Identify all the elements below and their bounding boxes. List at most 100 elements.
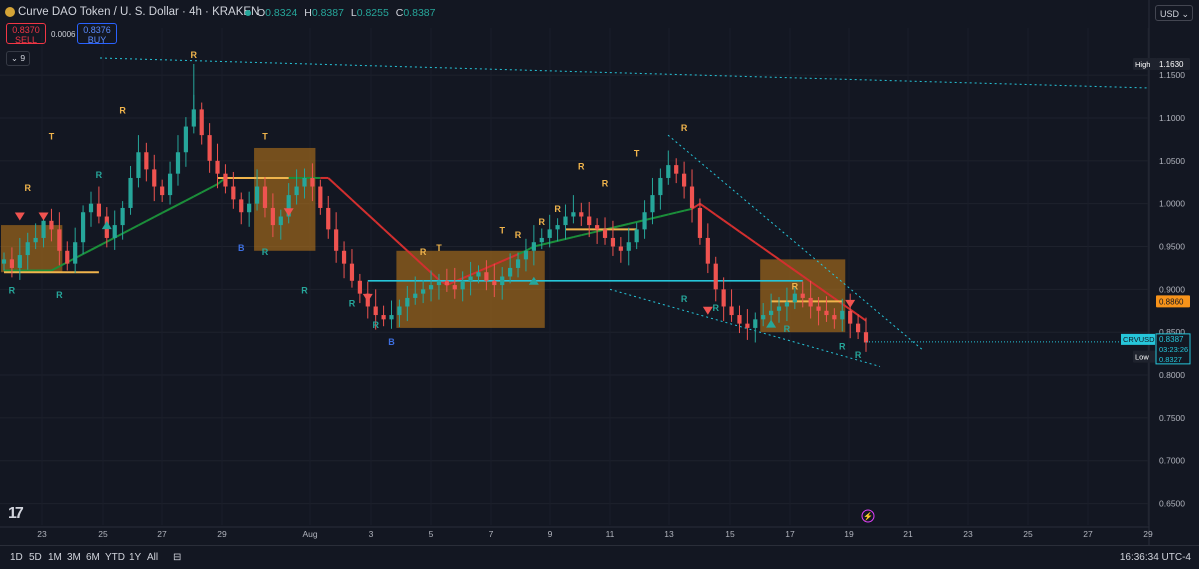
trailing-stop-segment xyxy=(762,247,772,255)
level-price-tag: 0.8860 xyxy=(1159,297,1184,306)
tradingview-logo-icon: 17 xyxy=(8,505,24,522)
trailing-stop-segment xyxy=(857,314,867,322)
currency-selector[interactable]: USD ⌄ xyxy=(1155,5,1193,21)
range-ytd[interactable]: YTD xyxy=(105,552,125,563)
x-tick-label: 21 xyxy=(903,529,913,539)
candle-body xyxy=(492,280,497,286)
candle-body xyxy=(207,135,212,161)
trailing-stop-segment xyxy=(738,230,748,238)
x-tick-label: 27 xyxy=(157,529,167,539)
candle-body xyxy=(373,306,378,316)
candle-body xyxy=(444,280,449,286)
signal-label: T xyxy=(634,149,640,159)
y-tick-label: 0.6500 xyxy=(1159,499,1185,509)
range-5d[interactable]: 5D xyxy=(29,552,42,563)
trailing-stop-segment xyxy=(730,225,741,233)
candle-body xyxy=(626,242,631,251)
bid-price: 0.8327 xyxy=(1159,355,1182,364)
signal-label: R xyxy=(24,183,31,193)
candle-body xyxy=(302,177,307,187)
candle-body xyxy=(595,225,600,230)
candle-body xyxy=(112,225,117,238)
candle-body xyxy=(705,237,710,264)
signal-label: B xyxy=(238,243,245,253)
candle-body xyxy=(436,280,442,286)
utc-clock[interactable]: 16:36:34 UTC-4 xyxy=(1120,552,1191,563)
trailing-stop-segment xyxy=(541,241,550,246)
signal-label: R xyxy=(784,324,791,334)
candle-body xyxy=(729,306,734,316)
candle-body xyxy=(571,212,576,217)
candle-body xyxy=(80,212,86,243)
buy-button[interactable]: 0.8376 BUY xyxy=(77,23,117,45)
candle-body xyxy=(769,310,774,316)
y-tick-label: 1.0500 xyxy=(1159,156,1185,166)
trailing-stop-segment xyxy=(367,213,377,223)
candle-body xyxy=(713,263,718,290)
candle-body xyxy=(832,315,837,320)
signal-label: R xyxy=(301,286,308,296)
x-tick-label: 17 xyxy=(785,529,795,539)
range-all[interactable]: All xyxy=(147,552,158,563)
signal-label: R xyxy=(372,320,379,330)
x-tick-label: 5 xyxy=(429,529,434,539)
signal-label: R xyxy=(681,123,688,133)
x-tick-label: 3 xyxy=(369,529,374,539)
price-chart[interactable]: 0.65000.70000.75000.80000.85000.90000.95… xyxy=(0,0,1199,568)
candle-body xyxy=(215,160,220,174)
trailing-stop-segment xyxy=(327,177,337,186)
candle-body xyxy=(96,203,101,217)
trailing-stop-segment xyxy=(161,207,171,214)
signal-label: T xyxy=(499,226,505,236)
candle-body xyxy=(421,289,426,294)
trailing-stop-segment xyxy=(683,207,693,212)
trailing-stop-segment xyxy=(565,236,574,240)
signal-label: R xyxy=(349,298,356,308)
candle-body xyxy=(247,203,252,213)
trailing-stop-segment xyxy=(82,249,92,255)
trailing-stop-segment xyxy=(675,209,685,214)
trailing-stop-segment xyxy=(746,236,756,244)
candle-body xyxy=(610,237,616,247)
trailing-stop-segment xyxy=(122,228,131,235)
candle-body xyxy=(689,186,695,208)
trailing-stop-segment xyxy=(375,220,385,230)
candle-body xyxy=(863,332,869,343)
candle-body xyxy=(175,152,181,174)
candle-body xyxy=(25,242,30,256)
high-price-tag: 1.1630 xyxy=(1159,60,1184,69)
candle-body xyxy=(840,310,845,320)
candle-body xyxy=(816,306,821,311)
trailing-stop-segment xyxy=(193,191,203,198)
trailing-stop-segment xyxy=(185,195,195,202)
candle-body xyxy=(515,259,521,268)
x-tick-label: 25 xyxy=(98,529,108,539)
range-6m[interactable]: 6M xyxy=(86,552,100,563)
symbol-title[interactable]: Curve DAO Token / U. S. Dollar · 4h · KR… xyxy=(18,6,259,18)
candle-body xyxy=(776,306,782,311)
candle-body xyxy=(650,195,655,213)
signal-label: T xyxy=(49,131,55,141)
date-range-icon[interactable]: ⊟ xyxy=(173,552,181,563)
candle-body xyxy=(199,109,204,136)
signal-label: T xyxy=(436,243,442,253)
range-3m[interactable]: 3M xyxy=(67,552,81,563)
x-tick-label: 7 xyxy=(489,529,494,539)
trailing-stop-segment xyxy=(612,224,622,229)
signal-label: R xyxy=(9,286,16,296)
bottom-toolbar: 1D 5D 1M 3M 6M YTD 1Y All ⊟ 16:36:34 UTC… xyxy=(0,545,1199,569)
candle-body xyxy=(405,297,410,307)
indicators-toggle[interactable]: ⌄ 9 xyxy=(6,51,30,66)
candle-body xyxy=(152,169,157,187)
range-1y[interactable]: 1Y xyxy=(129,552,141,563)
candle-body xyxy=(452,285,457,290)
candle-body xyxy=(792,293,797,303)
candle-body xyxy=(270,207,275,226)
range-1m[interactable]: 1M xyxy=(48,552,62,563)
signal-label: R xyxy=(839,341,846,351)
range-1d[interactable]: 1D xyxy=(10,552,23,563)
trailing-stop-segment xyxy=(754,241,764,250)
sell-button[interactable]: 0.8370 SELL xyxy=(6,23,46,45)
signal-label: R xyxy=(578,161,585,171)
candle-body xyxy=(634,229,639,243)
